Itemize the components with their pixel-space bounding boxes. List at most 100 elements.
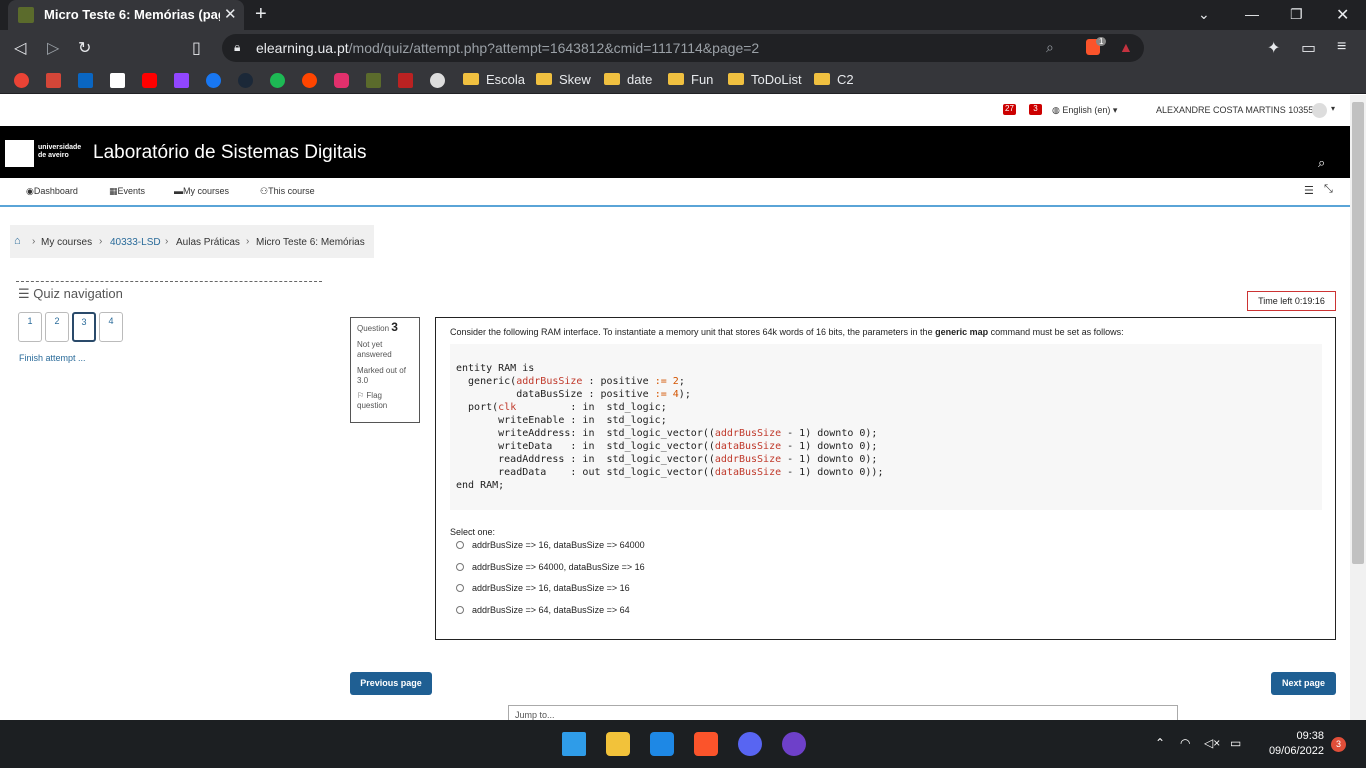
notification-count-badge[interactable]: 3 — [1331, 737, 1346, 752]
zoom-search-icon[interactable]: ⌕ — [1046, 39, 1054, 56]
bookmark-folder-c2[interactable]: C2 — [814, 72, 854, 87]
compress-icon[interactable]: ⤡ — [1324, 183, 1333, 196]
brave-browser-icon[interactable] — [694, 732, 718, 756]
file-explorer-icon[interactable] — [606, 732, 630, 756]
wifi-icon[interactable]: ◠ — [1180, 736, 1190, 750]
tab-search-icon[interactable]: ⌄ — [1198, 6, 1210, 23]
calendar-icon[interactable] — [398, 73, 413, 88]
github-icon[interactable] — [430, 73, 445, 88]
previous-page-button[interactable]: Previous page — [350, 672, 432, 695]
clock[interactable]: 09:38 09/06/2022 — [1260, 729, 1324, 759]
notifications-badge[interactable]: 27 — [1003, 104, 1016, 115]
spotify-icon[interactable] — [270, 73, 285, 88]
radio-icon[interactable] — [456, 606, 464, 614]
outlook-icon[interactable] — [78, 73, 93, 88]
quiz-nav-question-4[interactable]: 4 — [99, 312, 123, 342]
flag-icon: ⚐ — [357, 391, 367, 400]
alura-icon[interactable] — [110, 73, 125, 88]
wallet-icon[interactable]: ▭ — [1301, 38, 1316, 58]
browser-tab-bar: Micro Teste 6: Memórias (page 3 c ✕ + ⌄ … — [0, 0, 1366, 30]
new-tab-icon[interactable]: + — [255, 3, 267, 26]
globe-icon: ◍ — [1052, 105, 1063, 115]
breadcrumb-quiz[interactable]: Micro Teste 6: Memórias — [256, 237, 365, 248]
answer-option[interactable]: addrBusSize => 64, dataBusSize => 64 — [456, 605, 630, 615]
answer-option[interactable]: addrBusSize => 64000, dataBusSize => 16 — [456, 562, 645, 572]
question-box: Consider the following RAM interface. To… — [435, 317, 1336, 640]
close-tab-icon[interactable]: ✕ — [224, 5, 237, 23]
breadcrumb-section[interactable]: Aulas Práticas — [176, 237, 240, 248]
jump-to-select[interactable]: Jump to... — [508, 705, 1178, 720]
folder-icon — [463, 73, 479, 85]
brave-rewards-icon[interactable]: ▲ — [1119, 39, 1133, 55]
github-desktop-icon[interactable] — [782, 732, 806, 756]
discord-icon[interactable] — [738, 732, 762, 756]
finish-attempt-link[interactable]: Finish attempt ... — [19, 353, 86, 363]
user-menu-chevron-icon[interactable]: ▾ — [1331, 104, 1335, 113]
menu-my-courses[interactable]: ▬My courses — [174, 186, 229, 196]
search-icon[interactable]: ⌕ — [1318, 155, 1325, 171]
language-menu[interactable]: ◍ English (en) ▾ — [1052, 105, 1117, 116]
site-header: universidade de aveiro Laboratório de Sis… — [0, 126, 1350, 178]
answer-option[interactable]: addrBusSize => 16, dataBusSize => 16 — [456, 583, 630, 593]
show-hidden-icons-icon[interactable]: ⌃ — [1155, 736, 1165, 750]
taskbar: ⌃ ◠ ◁× ▭ 09:38 09/06/2022 3 — [0, 720, 1366, 768]
battery-icon[interactable]: ▭ — [1230, 736, 1241, 750]
twitch-icon[interactable] — [174, 73, 189, 88]
breadcrumb-course[interactable]: 40333-LSD — [110, 237, 161, 248]
scrollbar-thumb[interactable] — [1352, 102, 1364, 564]
youtube-icon[interactable] — [142, 73, 157, 88]
university-logo-icon[interactable] — [5, 140, 34, 167]
menu-dashboard[interactable]: ◉Dashboard — [26, 186, 78, 197]
extensions-icon[interactable]: ✦ — [1267, 38, 1280, 58]
breadcrumb-my-courses[interactable]: My courses — [41, 237, 92, 248]
bookmark-folder-fun[interactable]: Fun — [668, 72, 713, 87]
bookmark-icon[interactable]: ▯ — [192, 38, 201, 58]
vscode-icon[interactable] — [650, 732, 674, 756]
next-page-button[interactable]: Next page — [1271, 672, 1336, 695]
google-icon[interactable] — [14, 73, 29, 88]
instagram-icon[interactable] — [334, 73, 349, 88]
menu-icon: ☰ — [18, 286, 34, 301]
code-block: entity RAM is generic(addrBusSize : posi… — [450, 344, 1322, 510]
answer-option[interactable]: addrBusSize => 16, dataBusSize => 64000 — [456, 540, 645, 550]
steam-icon[interactable] — [238, 73, 253, 88]
bookmark-folder-skew[interactable]: Skew — [536, 72, 591, 87]
radio-icon[interactable] — [456, 563, 464, 571]
quiz-nav-question-1[interactable]: 1 — [18, 312, 42, 342]
flag-question[interactable]: ⚐ Flag question — [357, 391, 413, 411]
reload-icon[interactable]: ↻ — [78, 38, 91, 58]
windows-start-icon[interactable] — [562, 732, 586, 756]
user-bar: 27 3 ◍ English (en) ▾ ALEXANDRE COSTA MA… — [0, 95, 1350, 126]
mute-icon[interactable]: ◁× — [1204, 736, 1220, 750]
list-icon[interactable]: ☰ — [1304, 184, 1314, 197]
code-line: end RAM; — [456, 480, 505, 491]
close-window-icon[interactable]: ✕ — [1336, 5, 1349, 25]
bookmark-folder-escola[interactable]: Escola — [463, 72, 525, 87]
tab-title: Micro Teste 6: Memórias (page 3 c — [44, 7, 220, 22]
briefcase-icon: ▬ — [174, 186, 183, 196]
bookmark-folder-todolist[interactable]: ToDoList — [728, 72, 802, 87]
quiz-nav-question-3[interactable]: 3 — [72, 312, 96, 342]
back-icon[interactable]: ◁ — [14, 38, 26, 58]
minimize-icon[interactable]: — — [1245, 6, 1259, 22]
bookmark-folder-date[interactable]: date — [604, 72, 652, 87]
home-icon[interactable]: ⌂ — [14, 235, 21, 247]
avatar[interactable] — [1312, 103, 1327, 118]
facebook-icon[interactable] — [206, 73, 221, 88]
elearning-icon[interactable] — [366, 73, 381, 88]
maximize-icon[interactable]: ❐ — [1290, 6, 1303, 23]
menu-icon[interactable]: ≡ — [1337, 38, 1346, 56]
radio-icon[interactable] — [456, 541, 464, 549]
browser-tab[interactable]: Micro Teste 6: Memórias (page 3 c ✕ — [8, 0, 244, 30]
address-bar[interactable]: 🔒︎ elearning.ua.pt/mod/quiz/attempt.php?… — [222, 34, 1144, 62]
user-name[interactable]: ALEXANDRE COSTA MARTINS 103552 — [1156, 105, 1318, 115]
site-name[interactable]: Laboratório de Sistemas Digitais — [93, 142, 367, 164]
reddit-icon[interactable] — [302, 73, 317, 88]
messages-badge[interactable]: 3 — [1029, 104, 1042, 115]
quiz-nav-question-2[interactable]: 2 — [45, 312, 69, 342]
gmail-icon[interactable] — [46, 73, 61, 88]
radio-icon[interactable] — [456, 584, 464, 592]
menu-events[interactable]: ▦Events — [109, 186, 145, 197]
forward-icon[interactable]: ▷ — [47, 38, 59, 58]
menu-this-course[interactable]: ⚇This course — [260, 186, 315, 197]
